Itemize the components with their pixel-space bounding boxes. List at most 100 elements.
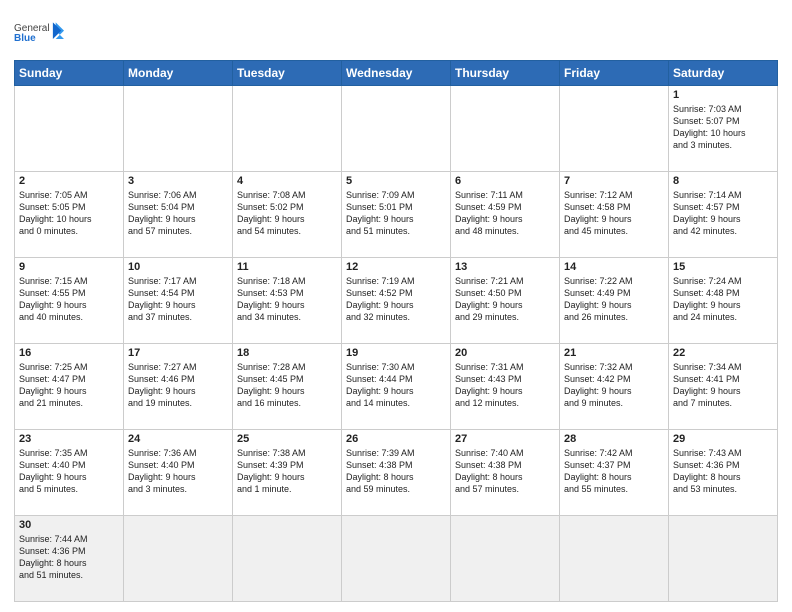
weekday-header-tuesday: Tuesday: [233, 61, 342, 86]
day-number: 3: [128, 175, 228, 187]
week-row-5: 30 Sunrise: 7:44 AM Sunset: 4:36 PM Dayli…: [15, 516, 778, 602]
week-row-1: 2 Sunrise: 7:05 AM Sunset: 5:05 PM Daylig…: [15, 172, 778, 258]
day-number: 14: [564, 261, 664, 273]
day-info: Sunrise: 7:31 AM Sunset: 4:43 PM Dayligh…: [455, 361, 555, 410]
day-number: 20: [455, 347, 555, 359]
day-number: 18: [237, 347, 337, 359]
weekday-header-saturday: Saturday: [669, 61, 778, 86]
day-cell: 6 Sunrise: 7:11 AM Sunset: 4:59 PM Daylig…: [451, 172, 560, 258]
logo: General Blue: [14, 14, 64, 54]
day-cell: 19 Sunrise: 7:30 AM Sunset: 4:44 PM Dayli…: [342, 344, 451, 430]
day-cell: 21Sunrise: 7:32 AM Sunset: 4:42 PM Dayli…: [560, 344, 669, 430]
day-info: Sunrise: 7:18 AM Sunset: 4:53 PM Dayligh…: [237, 275, 337, 324]
weekday-row: SundayMondayTuesdayWednesdayThursdayFrid…: [15, 61, 778, 86]
day-info: Sunrise: 7:06 AM Sunset: 5:04 PM Dayligh…: [128, 189, 228, 238]
day-cell: 27Sunrise: 7:40 AM Sunset: 4:38 PM Dayli…: [451, 430, 560, 516]
day-info: Sunrise: 7:34 AM Sunset: 4:41 PM Dayligh…: [673, 361, 773, 410]
day-info: Sunrise: 7:09 AM Sunset: 5:01 PM Dayligh…: [346, 189, 446, 238]
day-number: 6: [455, 175, 555, 187]
day-info: Sunrise: 7:35 AM Sunset: 4:40 PM Dayligh…: [19, 447, 119, 496]
day-info: Sunrise: 7:12 AM Sunset: 4:58 PM Dayligh…: [564, 189, 664, 238]
calendar-header: SundayMondayTuesdayWednesdayThursdayFrid…: [15, 61, 778, 86]
week-row-4: 23Sunrise: 7:35 AM Sunset: 4:40 PM Dayli…: [15, 430, 778, 516]
day-cell: [233, 516, 342, 602]
weekday-header-thursday: Thursday: [451, 61, 560, 86]
day-cell: 12Sunrise: 7:19 AM Sunset: 4:52 PM Dayli…: [342, 258, 451, 344]
day-cell: 26Sunrise: 7:39 AM Sunset: 4:38 PM Dayli…: [342, 430, 451, 516]
weekday-header-wednesday: Wednesday: [342, 61, 451, 86]
day-info: Sunrise: 7:03 AM Sunset: 5:07 PM Dayligh…: [673, 103, 773, 152]
day-cell: 9Sunrise: 7:15 AM Sunset: 4:55 PM Daylig…: [15, 258, 124, 344]
day-cell: 7 Sunrise: 7:12 AM Sunset: 4:58 PM Daylig…: [560, 172, 669, 258]
day-number: 7: [564, 175, 664, 187]
page: General Blue SundayMondayTuesdayWednesda…: [0, 0, 792, 612]
day-number: 4: [237, 175, 337, 187]
calendar-table: SundayMondayTuesdayWednesdayThursdayFrid…: [14, 60, 778, 602]
day-cell: 5 Sunrise: 7:09 AM Sunset: 5:01 PM Daylig…: [342, 172, 451, 258]
day-info: Sunrise: 7:11 AM Sunset: 4:59 PM Dayligh…: [455, 189, 555, 238]
day-number: 16: [19, 347, 119, 359]
day-number: 15: [673, 261, 773, 273]
day-info: Sunrise: 7:36 AM Sunset: 4:40 PM Dayligh…: [128, 447, 228, 496]
day-info: Sunrise: 7:17 AM Sunset: 4:54 PM Dayligh…: [128, 275, 228, 324]
day-cell: 16 Sunrise: 7:25 AM Sunset: 4:47 PM Dayli…: [15, 344, 124, 430]
day-cell: 24 Sunrise: 7:36 AM Sunset: 4:40 PM Dayli…: [124, 430, 233, 516]
day-number: 2: [19, 175, 119, 187]
day-info: Sunrise: 7:44 AM Sunset: 4:36 PM Dayligh…: [19, 533, 119, 582]
day-info: Sunrise: 7:30 AM Sunset: 4:44 PM Dayligh…: [346, 361, 446, 410]
day-cell: [451, 86, 560, 172]
day-cell: 29 Sunrise: 7:43 AM Sunset: 4:36 PM Dayli…: [669, 430, 778, 516]
day-cell: 13Sunrise: 7:21 AM Sunset: 4:50 PM Dayli…: [451, 258, 560, 344]
day-number: 19: [346, 347, 446, 359]
day-info: Sunrise: 7:14 AM Sunset: 4:57 PM Dayligh…: [673, 189, 773, 238]
weekday-header-sunday: Sunday: [15, 61, 124, 86]
day-cell: 25Sunrise: 7:38 AM Sunset: 4:39 PM Dayli…: [233, 430, 342, 516]
day-number: 12: [346, 261, 446, 273]
day-number: 22: [673, 347, 773, 359]
day-cell: 11 Sunrise: 7:18 AM Sunset: 4:53 PM Dayli…: [233, 258, 342, 344]
day-cell: 30 Sunrise: 7:44 AM Sunset: 4:36 PM Dayli…: [15, 516, 124, 602]
day-cell: 20 Sunrise: 7:31 AM Sunset: 4:43 PM Dayli…: [451, 344, 560, 430]
day-cell: [124, 516, 233, 602]
day-number: 10: [128, 261, 228, 273]
day-number: 17: [128, 347, 228, 359]
day-cell: 17 Sunrise: 7:27 AM Sunset: 4:46 PM Dayli…: [124, 344, 233, 430]
week-row-0: 1 Sunrise: 7:03 AM Sunset: 5:07 PM Daylig…: [15, 86, 778, 172]
day-info: Sunrise: 7:42 AM Sunset: 4:37 PM Dayligh…: [564, 447, 664, 496]
day-info: Sunrise: 7:08 AM Sunset: 5:02 PM Dayligh…: [237, 189, 337, 238]
day-info: Sunrise: 7:43 AM Sunset: 4:36 PM Dayligh…: [673, 447, 773, 496]
day-number: 28: [564, 433, 664, 445]
generalblue-logo-icon: General Blue: [14, 14, 64, 54]
day-cell: 18 Sunrise: 7:28 AM Sunset: 4:45 PM Dayli…: [233, 344, 342, 430]
day-number: 13: [455, 261, 555, 273]
day-number: 11: [237, 261, 337, 273]
day-cell: 10 Sunrise: 7:17 AM Sunset: 4:54 PM Dayli…: [124, 258, 233, 344]
day-cell: 22 Sunrise: 7:34 AM Sunset: 4:41 PM Dayli…: [669, 344, 778, 430]
day-number: 30: [19, 519, 119, 531]
day-cell: [15, 86, 124, 172]
day-number: 29: [673, 433, 773, 445]
day-cell: [451, 516, 560, 602]
day-cell: 14Sunrise: 7:22 AM Sunset: 4:49 PM Dayli…: [560, 258, 669, 344]
day-cell: [560, 86, 669, 172]
day-cell: 3 Sunrise: 7:06 AM Sunset: 5:04 PM Daylig…: [124, 172, 233, 258]
day-number: 24: [128, 433, 228, 445]
day-info: Sunrise: 7:28 AM Sunset: 4:45 PM Dayligh…: [237, 361, 337, 410]
day-info: Sunrise: 7:27 AM Sunset: 4:46 PM Dayligh…: [128, 361, 228, 410]
weekday-header-friday: Friday: [560, 61, 669, 86]
day-cell: [669, 516, 778, 602]
day-info: Sunrise: 7:38 AM Sunset: 4:39 PM Dayligh…: [237, 447, 337, 496]
week-row-3: 16 Sunrise: 7:25 AM Sunset: 4:47 PM Dayli…: [15, 344, 778, 430]
day-cell: 4 Sunrise: 7:08 AM Sunset: 5:02 PM Daylig…: [233, 172, 342, 258]
calendar-body: 1 Sunrise: 7:03 AM Sunset: 5:07 PM Daylig…: [15, 86, 778, 602]
day-number: 26: [346, 433, 446, 445]
day-cell: 2 Sunrise: 7:05 AM Sunset: 5:05 PM Daylig…: [15, 172, 124, 258]
header: General Blue: [14, 10, 778, 54]
day-number: 1: [673, 89, 773, 101]
day-cell: [342, 516, 451, 602]
day-number: 8: [673, 175, 773, 187]
svg-text:Blue: Blue: [14, 33, 36, 44]
day-number: 5: [346, 175, 446, 187]
day-info: Sunrise: 7:05 AM Sunset: 5:05 PM Dayligh…: [19, 189, 119, 238]
day-info: Sunrise: 7:25 AM Sunset: 4:47 PM Dayligh…: [19, 361, 119, 410]
